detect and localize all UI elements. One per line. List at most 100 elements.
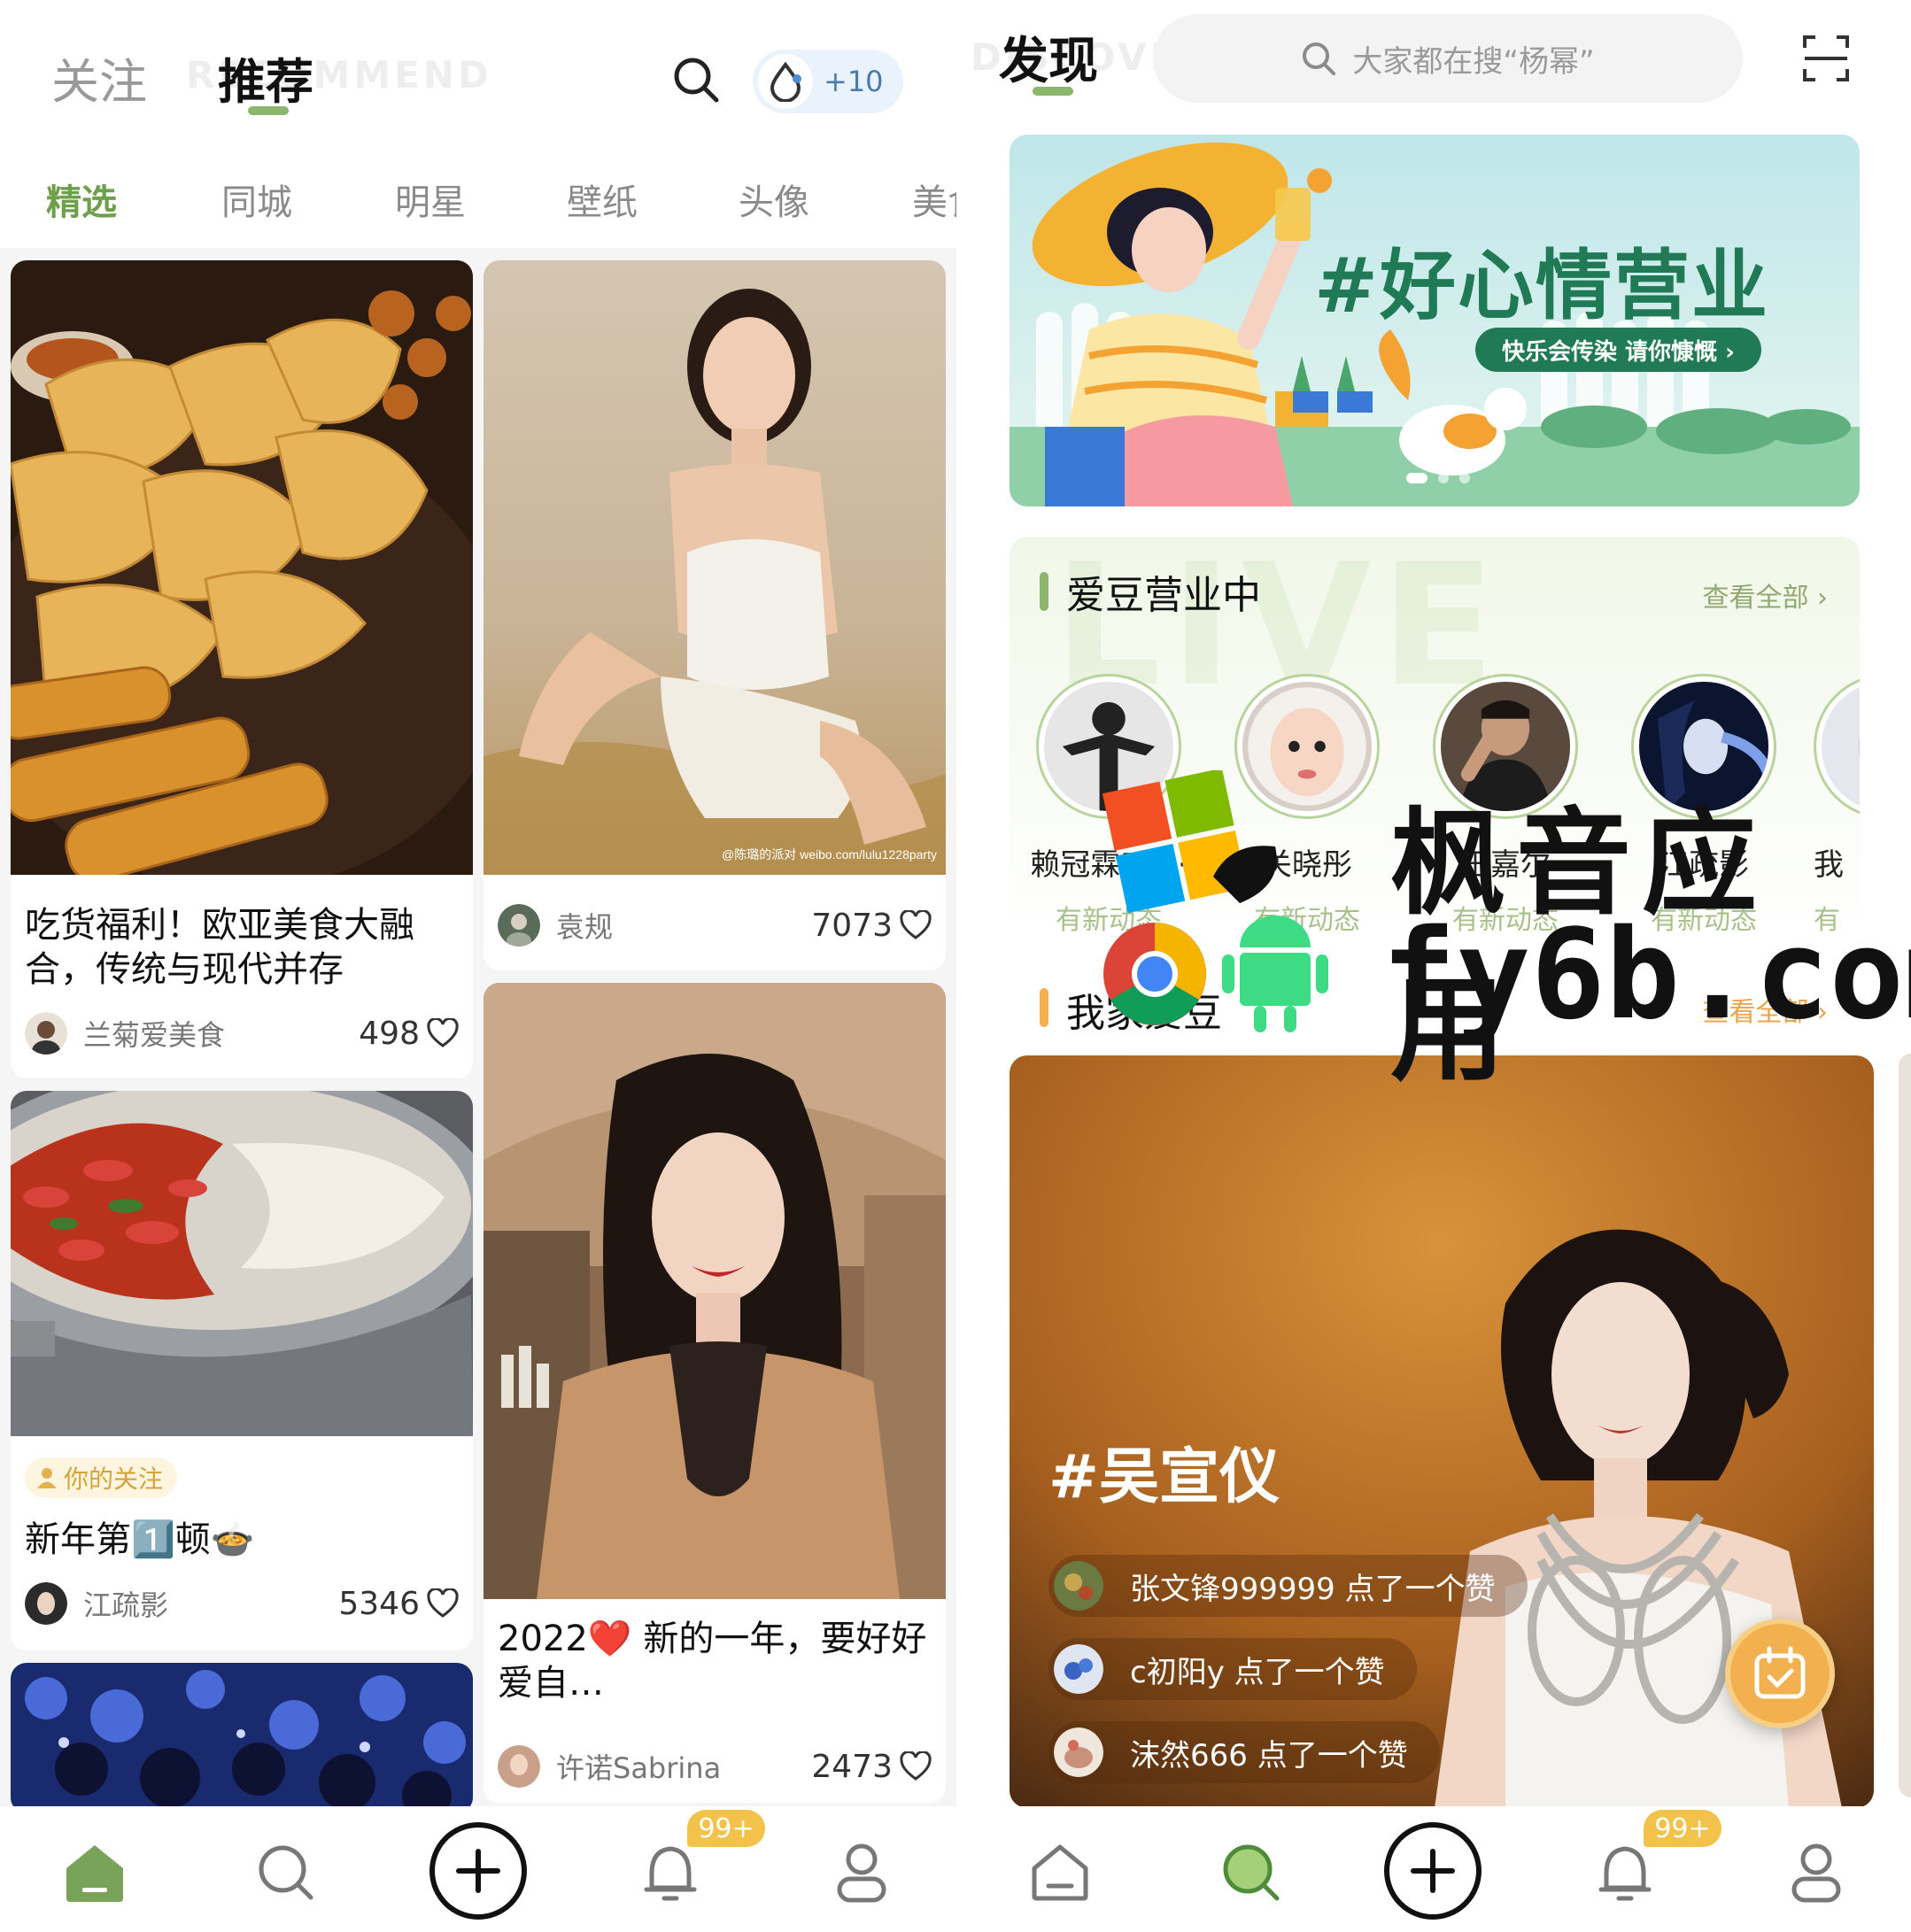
idol-item[interactable]: 王嘉尔 有新动态 [1417, 674, 1594, 937]
search-icon[interactable] [668, 51, 724, 108]
beach-photo: @陈璐的派对 weibo.com/lulu1228party [484, 260, 946, 875]
pagination-dot [1438, 473, 1449, 483]
nav-create-button[interactable] [429, 1822, 527, 1920]
nav-create-button[interactable] [1384, 1822, 1482, 1920]
author-name[interactable]: 袁规 [556, 905, 811, 946]
idol-item[interactable]: 我 有 [1814, 674, 1860, 937]
user-avatar[interactable] [1054, 1727, 1103, 1777]
idol-avatar [1441, 682, 1570, 811]
like-activity-text: 沫然666 点了一个赞 [1130, 1737, 1408, 1774]
bell-icon [644, 1846, 697, 1901]
plus-icon [1411, 1849, 1455, 1893]
author-name[interactable]: 兰菊爱美食 [83, 1013, 359, 1054]
banner-cta[interactable]: 快乐会传染 请你慷慨 › [1475, 328, 1761, 372]
idol-status: 有 [1814, 905, 1840, 936]
section-title: 爱豆营业中 [1066, 573, 1261, 618]
category-local[interactable]: 同城 [221, 174, 292, 225]
nav-discover[interactable] [246, 1833, 326, 1913]
hotpot-image [11, 1091, 473, 1436]
section-accent-bar [1040, 988, 1048, 1027]
feed-card-selfie[interactable]: 2022❤️ 新的一年，要好好爱自… 许诺Sabrina 2473 [484, 983, 946, 1803]
scan-icon[interactable] [1799, 32, 1853, 85]
idol-status: 有新动态 [1452, 905, 1559, 936]
category-tabs: 精选 同城 明星 壁纸 头像 美食 [0, 174, 956, 227]
see-all-link[interactable]: 查看全部 › [1702, 576, 1828, 614]
my-idol-header: 我家爱豆 查看全部 › [1010, 981, 1860, 1036]
points-pill[interactable]: +10 [753, 50, 903, 113]
idol-hashtag[interactable]: #吴宣仪 [1048, 1427, 1280, 1515]
following-tag: 你的关注 [25, 1457, 178, 1498]
concert-photo [11, 1663, 473, 1813]
section-accent-bar [1040, 572, 1048, 611]
heart-icon[interactable] [427, 1588, 459, 1619]
idol-status: 有新动态 [1651, 905, 1757, 936]
category-celebrity[interactable]: 明星 [395, 174, 466, 225]
category-food[interactable]: 美食 [912, 174, 956, 225]
idol-avatar [1242, 682, 1372, 811]
heart-icon[interactable] [900, 910, 932, 940]
idol-name: 关晓彤 [1262, 847, 1352, 883]
feed-card-concert[interactable] [11, 1663, 473, 1813]
water-drop-icon [758, 54, 813, 109]
feed-card-beach[interactable]: @陈璐的派对 weibo.com/lulu1228party 袁规 7073 [484, 260, 946, 970]
like-activity-text: c初阳y 点了一个赞 [1130, 1654, 1385, 1690]
category-wallpaper[interactable]: 壁纸 [567, 174, 638, 225]
see-all-link[interactable]: 查看全部 › [1702, 990, 1828, 1029]
card-meta: 许诺Sabrina 2473 [498, 1744, 932, 1789]
food-image [11, 260, 473, 875]
tab-recommend[interactable]: 推荐 [218, 43, 313, 112]
discover-screen: DISCOVER 发现 大家都在搜“杨幂” #好心情营业 快乐会传染 请你慷慨 … [956, 0, 1911, 1932]
idol-item[interactable]: 关晓彤 有新动态 [1219, 674, 1396, 937]
like-count: 2473 [811, 1748, 893, 1785]
nav-profile[interactable] [822, 1833, 901, 1913]
discover-icon [259, 1845, 313, 1900]
checkin-button[interactable] [1725, 1619, 1835, 1728]
card-title: 2022❤️ 新的一年，要好好爱自… [498, 1619, 927, 1704]
like-activity-row: c初阳y 点了一个赞 [1048, 1638, 1417, 1700]
tab-following[interactable]: 关注 [51, 43, 147, 112]
idol-name: 江疏影 [1659, 847, 1749, 883]
pagination-dot [1406, 473, 1427, 483]
idol-status: 有新动态 [1056, 905, 1162, 936]
idol-avatar-ring [1234, 674, 1380, 819]
calendar-check-icon [1754, 1646, 1806, 1699]
like-count: 498 [359, 1015, 420, 1052]
idol-item[interactable]: 江疏影 有新动态 [1615, 674, 1792, 937]
author-avatar[interactable] [25, 1012, 67, 1055]
idol-avatar [1639, 682, 1774, 811]
nav-home[interactable] [1020, 1833, 1100, 1913]
like-activity-row: 张文锋999999 点了一个赞 [1048, 1555, 1528, 1617]
nav-profile[interactable] [1776, 1833, 1856, 1913]
promo-banner[interactable]: #好心情营业 快乐会传染 请你慷慨 › [1010, 135, 1860, 506]
author-avatar[interactable] [498, 904, 540, 947]
card-title: 吃货福利！欧亚美食大融合，传统与现代并存 [25, 905, 414, 990]
notification-badge: 99+ [687, 1810, 765, 1847]
category-featured[interactable]: 精选 [46, 174, 117, 225]
discover-icon [1223, 1844, 1280, 1901]
person-icon [37, 1468, 57, 1488]
author-avatar[interactable] [25, 1582, 67, 1625]
idol-feature-card[interactable]: #吴宣仪 张文锋999999 点了一个赞 c初阳y 点了一个赞 沫然666 点了… [1010, 1055, 1874, 1808]
page-title: 发现 [999, 33, 1098, 90]
idol-item[interactable]: 赖冠霖Ed··· 有新动态 [1020, 674, 1197, 937]
photo-watermark: @陈璐的派对 weibo.com/lulu1228party [722, 847, 937, 862]
author-name[interactable]: 江疏影 [83, 1583, 338, 1624]
search-placeholder: 大家都在搜“杨幂” [1352, 43, 1595, 80]
card-meta: 兰菊爱美食 498 [25, 1011, 459, 1055]
heart-icon[interactable] [427, 1018, 459, 1048]
heart-icon[interactable] [900, 1751, 932, 1781]
idol-avatar [1044, 682, 1173, 811]
user-avatar[interactable] [1054, 1644, 1103, 1694]
user-avatar[interactable] [1054, 1561, 1103, 1611]
nav-home[interactable] [55, 1833, 135, 1913]
category-avatar[interactable]: 头像 [739, 174, 809, 225]
author-avatar[interactable] [498, 1745, 540, 1788]
idol-avatar-ring [1631, 674, 1776, 819]
search-input[interactable]: 大家都在搜“杨幂” [1153, 14, 1743, 103]
idol-avatar [1822, 682, 1860, 811]
nav-discover[interactable] [1211, 1833, 1291, 1913]
feed-card-food[interactable]: 吃货福利！欧亚美食大融合，传统与现代并存 兰菊爱美食 498 [11, 260, 473, 1078]
feed-card-hotpot[interactable]: 你的关注 新年第1️⃣顿🍲 江疏影 5346 [11, 1091, 473, 1650]
card-meta: 江疏影 5346 [25, 1581, 459, 1626]
author-name[interactable]: 许诺Sabrina [556, 1746, 811, 1787]
